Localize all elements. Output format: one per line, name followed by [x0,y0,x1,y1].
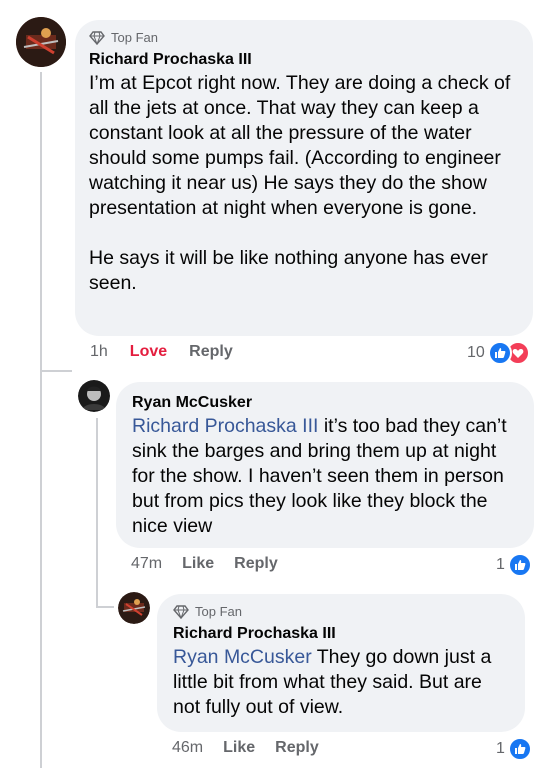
avatar[interactable] [118,592,150,624]
comment-bubble[interactable]: Top Fan Richard Prochaska III I’m at Epc… [75,20,533,336]
comment-actions: 47m Like Reply [131,555,278,573]
thread-line-nested [96,418,98,608]
avatar[interactable] [16,17,66,67]
reaction-count[interactable]: 1 [496,553,532,577]
thread-line-main-lower [40,372,42,768]
avatar-image [118,592,150,624]
diamond-icon [173,604,189,619]
avatar-image [78,380,110,412]
comment-timestamp[interactable]: 1h [90,343,108,361]
comment-timestamp[interactable]: 47m [131,555,162,573]
avatar-image [16,17,66,67]
mention-link[interactable]: Richard Prochaska III [132,415,318,437]
reply-button[interactable]: Reply [275,739,319,757]
thread-line-reply-1 [40,370,72,372]
reaction-count[interactable]: 1 [496,737,532,761]
comment-author[interactable]: Richard Prochaska III [173,625,509,643]
comment-actions: 46m Like Reply [172,739,319,757]
top-fan-badge: Top Fan [89,30,519,45]
like-button[interactable]: Like [182,555,214,573]
reaction-count-value: 1 [496,740,505,757]
reply-button[interactable]: Reply [189,343,233,361]
thread-line-reply-2 [96,606,114,608]
reply-bubble[interactable]: Ryan McCusker Richard Prochaska III it’s… [116,382,534,548]
reply-bubble[interactable]: Top Fan Richard Prochaska III Ryan McCus… [157,594,525,732]
comment-actions: 1h Love Reply [90,343,233,361]
like-button[interactable]: Like [223,739,255,757]
reaction-count-value: 10 [467,344,485,361]
badge-label: Top Fan [111,30,158,45]
love-button[interactable]: Love [130,343,167,361]
avatar[interactable] [78,380,110,412]
comment-text: I’m at Epcot right now. They are doing a… [89,72,511,294]
comment-text: Richard Prochaska III it’s too bad they … [132,414,518,539]
like-reaction-icon [507,737,532,761]
mention-link[interactable]: Ryan McCusker [173,646,312,668]
comment-author[interactable]: Ryan McCusker [132,394,518,412]
comment-text: Ryan McCusker They go down just a little… [173,645,509,720]
badge-label: Top Fan [195,604,242,619]
top-fan-badge: Top Fan [173,604,509,619]
reply-button[interactable]: Reply [234,555,278,573]
comment-author[interactable]: Richard Prochaska III [89,51,519,69]
diamond-icon [89,30,105,45]
like-reaction-icon [487,341,512,365]
thread-line-main [40,72,42,372]
comment-timestamp[interactable]: 46m [172,739,203,757]
reaction-count[interactable]: 10 [467,341,530,365]
reaction-count-value: 1 [496,556,505,573]
like-reaction-icon [507,553,532,577]
